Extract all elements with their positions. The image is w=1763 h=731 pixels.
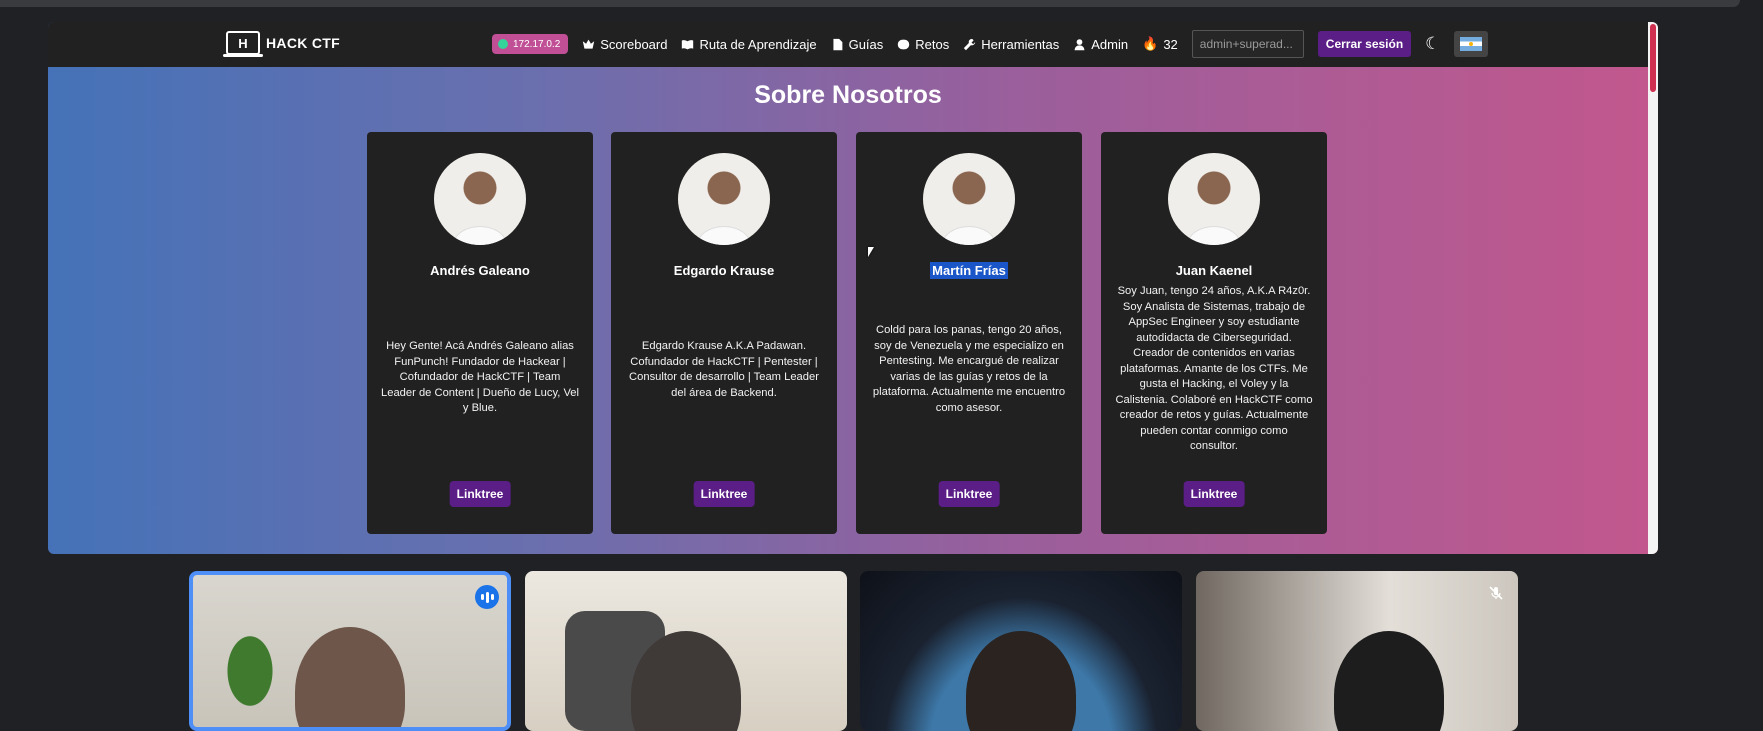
linktree-button[interactable]: Linktree bbox=[1183, 481, 1245, 507]
member-name: Andrés Galeano bbox=[430, 263, 530, 278]
nav-retos[interactable]: Retos bbox=[897, 37, 949, 52]
member-name: Martín Frías bbox=[930, 262, 1008, 279]
moon-icon[interactable]: ☾ bbox=[1425, 34, 1440, 54]
nav-retos-label: Retos bbox=[915, 36, 950, 52]
mic-off-icon bbox=[1488, 585, 1504, 601]
nav-admin-label: Admin bbox=[1091, 36, 1129, 52]
flame-icon: 🔥 bbox=[1142, 36, 1159, 51]
speaking-indicator-icon bbox=[475, 585, 499, 609]
participant-tile[interactable] bbox=[189, 571, 511, 731]
linktree-button[interactable]: Linktree bbox=[938, 481, 1000, 507]
member-bio: Edgardo Krause A.K.A Padawan. Cofundador… bbox=[629, 340, 819, 399]
nav-scoreboard-label: Scoreboard bbox=[600, 36, 668, 52]
points-counter: 🔥 32 bbox=[1142, 36, 1178, 52]
mouse-cursor-icon bbox=[868, 247, 874, 257]
status-dot-icon bbox=[498, 39, 508, 49]
avatar bbox=[434, 153, 526, 245]
member-bio: Hey Gente! Acá Andrés Galeano alias FunP… bbox=[381, 340, 579, 414]
shared-screen: H HACK CTF 172.17.0.2 Scoreboard Ruta de… bbox=[48, 22, 1658, 554]
crown-icon bbox=[583, 39, 595, 49]
nav-guias[interactable]: Guías bbox=[831, 36, 884, 52]
member-card: Juan Kaenel Soy Juan, tengo 24 años, A.K… bbox=[1101, 132, 1327, 534]
nav-herramientas-label: Herramientas bbox=[981, 36, 1060, 52]
site-navbar: H HACK CTF 172.17.0.2 Scoreboard Ruta de… bbox=[48, 22, 1648, 67]
user-field[interactable]: admin+superad... bbox=[1191, 30, 1304, 58]
avatar bbox=[1168, 153, 1260, 245]
argentina-flag-icon bbox=[1460, 37, 1483, 51]
logout-button[interactable]: Cerrar sesión bbox=[1317, 31, 1412, 57]
member-card: Martín Frías Coldd para los panas, tengo… bbox=[856, 132, 1082, 534]
scrollbar-thumb[interactable] bbox=[1650, 24, 1656, 92]
nav-links: 172.17.0.2 Scoreboard Ruta de Aprendizaj… bbox=[492, 29, 1489, 59]
points-value: 32 bbox=[1163, 36, 1178, 52]
wrench-icon bbox=[964, 38, 976, 50]
participant-video bbox=[1334, 631, 1445, 731]
nav-guias-label: Guías bbox=[848, 36, 884, 52]
nav-admin[interactable]: Admin bbox=[1073, 37, 1128, 52]
page-scrollbar[interactable] bbox=[1648, 22, 1658, 554]
document-icon bbox=[833, 38, 842, 50]
member-name: Edgardo Krause bbox=[673, 263, 775, 278]
book-icon bbox=[682, 39, 694, 49]
language-button[interactable] bbox=[1454, 31, 1489, 57]
member-bio: Coldd para los panas, tengo 20 años, soy… bbox=[872, 324, 1066, 414]
user-icon bbox=[1074, 38, 1085, 50]
meeting-top-bar bbox=[0, 0, 1740, 7]
member-card: Andrés Galeano Hey Gente! Acá Andrés Gal… bbox=[367, 132, 593, 534]
nav-herramientas[interactable]: Herramientas bbox=[963, 37, 1059, 52]
brand-name: HACK CTF bbox=[266, 35, 340, 51]
ip-badge: 172.17.0.2 bbox=[492, 34, 569, 54]
member-bio: Soy Juan, tengo 24 años, A.K.A R4z0r. So… bbox=[1115, 285, 1313, 452]
participant-tile[interactable] bbox=[1196, 571, 1518, 731]
participant-video bbox=[295, 627, 405, 727]
nav-ruta[interactable]: Ruta de Aprendizaje bbox=[681, 36, 817, 52]
brain-icon bbox=[898, 39, 910, 49]
member-card: Edgardo Krause Edgardo Krause A.K.A Pada… bbox=[611, 132, 837, 534]
participant-tile[interactable] bbox=[860, 571, 1182, 731]
member-name: Juan Kaenel bbox=[1175, 263, 1253, 278]
linktree-button[interactable]: Linktree bbox=[693, 481, 755, 507]
avatar bbox=[923, 153, 1015, 245]
ip-address: 172.17.0.2 bbox=[513, 38, 561, 50]
hackctf-logo-icon: H bbox=[223, 31, 263, 57]
participant-video bbox=[966, 631, 1076, 731]
nav-scoreboard[interactable]: Scoreboard bbox=[582, 37, 667, 52]
page-title: Sobre Nosotros bbox=[754, 81, 942, 109]
brand[interactable]: H HACK CTF bbox=[223, 31, 340, 57]
participant-tile[interactable] bbox=[525, 571, 847, 731]
nav-ruta-label: Ruta de Aprendizaje bbox=[699, 36, 817, 52]
plant bbox=[215, 635, 285, 725]
avatar bbox=[678, 153, 770, 245]
linktree-button[interactable]: Linktree bbox=[449, 481, 511, 507]
